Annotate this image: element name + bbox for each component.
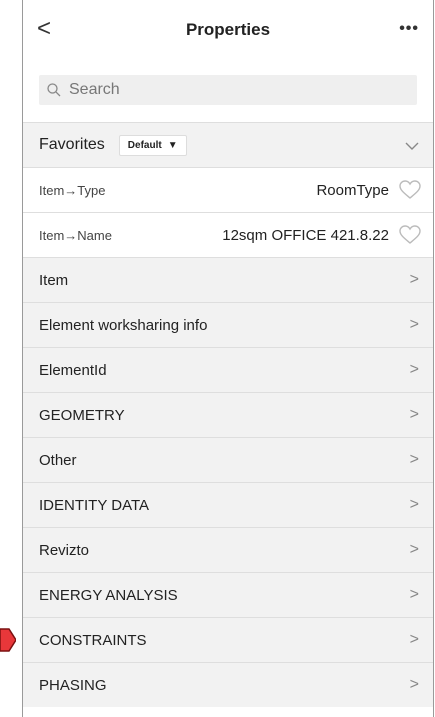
properties-panel: < Properties ••• Favorites Default ▼ Ite… [22,0,434,717]
group-row-revizto[interactable]: Revizto > [23,527,433,572]
group-row-identity-data[interactable]: IDENTITY DATA > [23,482,433,527]
group-label: Element worksharing info [39,316,208,334]
property-key: Item→Type [39,182,106,198]
heart-icon[interactable] [399,225,421,245]
property-row-item-name: Item→Name 12sqm OFFICE 421.8.22 [23,212,433,257]
group-label: Other [39,451,77,469]
property-key: Item→Name [39,227,112,243]
group-label: ElementId [39,361,107,379]
group-row-other[interactable]: Other > [23,437,433,482]
chevron-right-icon: > [409,541,419,558]
page-title: Properties [185,20,271,39]
group-label: Item [39,271,69,289]
group-label: CONSTRAINTS [39,631,147,649]
chevron-right-icon: > [409,271,419,288]
chevron-right-icon: > [409,361,419,378]
chevron-right-icon: > [409,496,419,513]
chevron-right-icon: > [409,586,419,603]
group-label: GEOMETRY [39,406,125,424]
dropdown-caret-icon: ▼ [167,139,178,151]
group-row-energy-analysis[interactable]: ENERGY ANALYSIS > [23,572,433,617]
chevron-right-icon: > [409,451,419,468]
preset-dropdown[interactable]: Default ▼ [118,134,187,156]
chevron-right-icon: > [409,676,419,693]
favorites-row[interactable]: Favorites Default ▼ [23,122,433,167]
highlight-arrow-icon [0,628,16,652]
property-list: Favorites Default ▼ Item→Type RoomType I… [23,122,433,707]
group-row-constraints[interactable]: CONSTRAINTS > [23,617,433,662]
search-input[interactable] [67,80,401,100]
group-row-item[interactable]: Item > [23,257,433,302]
group-row-elementid[interactable]: ElementId > [23,347,433,392]
group-label: PHASING [39,676,107,694]
property-value: 12sqm OFFICE 421.8.22 [222,226,389,244]
header: < Properties ••• [23,0,433,62]
group-row-phasing[interactable]: PHASING > [23,662,433,707]
chevron-down-icon[interactable] [405,141,419,151]
more-options-button[interactable]: ••• [399,20,419,38]
heart-icon[interactable] [399,180,421,200]
group-row-geometry[interactable]: GEOMETRY > [23,392,433,437]
group-label: Revizto [39,541,90,559]
group-label: IDENTITY DATA [39,496,150,514]
favorites-label: Favorites [39,136,105,153]
preset-label: Default [127,139,162,151]
search-icon [47,83,61,97]
group-row-element-worksharing-info[interactable]: Element worksharing info > [23,302,433,347]
chevron-right-icon: > [409,316,419,333]
search-bar[interactable] [39,75,417,105]
chevron-right-icon: > [409,406,419,423]
property-value: RoomType [316,181,389,199]
chevron-right-icon: > [409,631,419,648]
group-label: ENERGY ANALYSIS [39,586,178,604]
property-row-item-type: Item→Type RoomType [23,167,433,212]
